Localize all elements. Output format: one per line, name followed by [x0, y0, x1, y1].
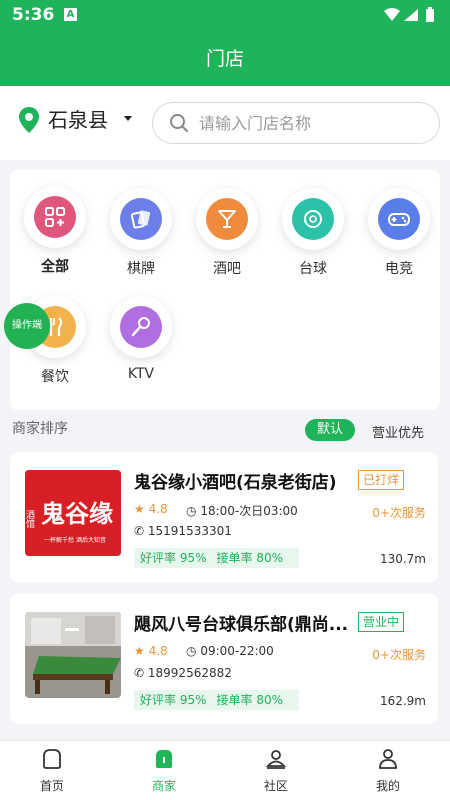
phone-value: 15191533301 — [147, 524, 232, 538]
sort-default-button[interactable]: 默认 — [305, 419, 355, 441]
status-badge: 营业中 — [358, 612, 405, 632]
tab-label: 商家 — [151, 779, 176, 793]
store-rate-tags: 好评率 95% 接单率 80% — [134, 690, 299, 710]
store-logo-side-text: 酒馆 — [25, 510, 35, 529]
category-label: KTV — [127, 366, 155, 382]
profile-icon — [379, 749, 397, 769]
clock-icon: ◷ — [186, 504, 197, 518]
sort-open-first-button[interactable]: 营业优先 — [372, 422, 424, 441]
good-rate-tag: 好评率 95% — [140, 693, 207, 707]
search-box[interactable] — [152, 102, 440, 144]
tab-profile[interactable]: 我的 — [348, 747, 428, 794]
store-name: 鬼谷缘小酒吧(石泉老街店) — [134, 473, 337, 493]
store-logo-text: 鬼谷缘 — [41, 499, 113, 528]
category-all[interactable]: 全部 — [20, 186, 90, 276]
rating-value: 4.8 — [148, 502, 168, 516]
store-rating: ★ 4.8 — [134, 644, 168, 658]
store-rating: ★ 4.8 — [134, 502, 168, 516]
category-esports[interactable]: 电竞 — [364, 188, 434, 278]
store-name: 飓风八号台球俱乐部(鼎尚... — [134, 615, 349, 635]
tab-merchants[interactable]: 商家 — [124, 747, 204, 794]
store-icon — [156, 750, 172, 768]
operator-float-button[interactable]: 操作端 — [4, 303, 50, 349]
status-badge: 已打烊 — [358, 470, 405, 490]
store-thumbnail — [25, 612, 121, 698]
hours-value: 09:00-22:00 — [200, 644, 274, 658]
grid-icon — [45, 207, 65, 227]
category-label: 电竞 — [385, 261, 413, 277]
category-panel: 全部 棋牌 酒吧 台球 电竞 餐饮 KTV — [10, 170, 440, 410]
search-icon — [170, 114, 188, 132]
status-icons — [384, 7, 434, 22]
notification-icon: A — [64, 8, 77, 21]
chevron-down-icon[interactable] — [124, 116, 132, 121]
billiard-ball-icon — [304, 210, 322, 228]
tab-home[interactable]: 首页 — [12, 747, 92, 794]
service-count: 0+次服务 — [372, 506, 426, 520]
star-icon: ★ — [134, 502, 145, 516]
store-phone[interactable]: ✆ 18992562882 — [134, 666, 232, 680]
service-count: 0+次服务 — [372, 648, 426, 662]
status-bar: 5:36 A — [0, 0, 450, 30]
phone-icon: ✆ — [134, 666, 145, 680]
billiard-room-image — [25, 612, 121, 698]
store-hours: ◷ 18:00-次日03:00 — [186, 502, 298, 519]
search-row: 石泉县 — [0, 86, 450, 160]
store-thumbnail: 酒馆 鬼谷缘 一杯解千愁 酒后大知音 — [25, 470, 121, 556]
store-phone[interactable]: ✆ 15191533301 — [134, 524, 232, 538]
category-ktv[interactable]: KTV — [106, 296, 176, 382]
hours-value: 18:00-次日03:00 — [200, 504, 298, 518]
tab-label: 社区 — [263, 779, 288, 793]
store-logo-image: 酒馆 鬼谷缘 一杯解千愁 酒后大知音 — [25, 470, 121, 556]
tab-label: 首页 — [39, 779, 64, 793]
cards-icon — [130, 210, 151, 229]
store-logo-slogan: 一杯解千愁 酒后大知音 — [44, 536, 106, 544]
phone-value: 18992562882 — [147, 666, 232, 680]
gamepad-icon — [388, 213, 410, 226]
category-label: 棋牌 — [127, 261, 155, 277]
category-label: 台球 — [299, 261, 327, 277]
star-icon: ★ — [134, 644, 145, 658]
category-label: 酒吧 — [213, 261, 241, 277]
sort-title: 商家排序 — [12, 421, 68, 437]
accept-rate-tag: 接单率 80% — [216, 551, 284, 565]
category-bar[interactable]: 酒吧 — [192, 188, 262, 278]
store-hours: ◷ 09:00-22:00 — [186, 644, 274, 658]
store-distance: 162.9m — [379, 694, 426, 708]
store-card[interactable]: 飓风八号台球俱乐部(鼎尚... 营业中 ★ 4.8 ◷ 09:00-22:00 … — [10, 594, 438, 724]
category-billiards[interactable]: 台球 — [278, 188, 348, 278]
phone-icon: ✆ — [134, 524, 145, 538]
app-header: 5:36 A 门店 — [0, 0, 450, 86]
community-icon — [265, 750, 287, 769]
store-rate-tags: 好评率 95% 接单率 80% — [134, 548, 299, 568]
microphone-icon — [131, 317, 150, 337]
category-chess-cards[interactable]: 棋牌 — [106, 188, 176, 278]
home-icon — [43, 749, 61, 769]
page-title: 门店 — [205, 48, 244, 70]
category-label: 餐饮 — [41, 369, 69, 385]
cocktail-icon — [218, 210, 236, 228]
store-card[interactable]: 酒馆 鬼谷缘 一杯解千愁 酒后大知音 鬼谷缘小酒吧(石泉老街店) 已打烊 ★ 4… — [10, 452, 438, 582]
rating-value: 4.8 — [148, 644, 168, 658]
city-selector[interactable]: 石泉县 — [48, 104, 108, 133]
tab-label: 我的 — [375, 779, 400, 793]
status-time: 5:36 — [12, 5, 55, 25]
tab-community[interactable]: 社区 — [236, 747, 316, 794]
clock-icon: ◷ — [186, 644, 197, 658]
bottom-tab-bar: 首页 商家 社区 我的 — [0, 740, 450, 800]
good-rate-tag: 好评率 95% — [140, 551, 207, 565]
accept-rate-tag: 接单率 80% — [216, 693, 284, 707]
search-input[interactable] — [199, 112, 419, 134]
sort-row: 商家排序 默认 营业优先 — [0, 414, 450, 444]
category-label: 全部 — [41, 259, 69, 275]
location-pin-icon[interactable] — [18, 106, 40, 134]
store-distance: 130.7m — [379, 552, 426, 566]
